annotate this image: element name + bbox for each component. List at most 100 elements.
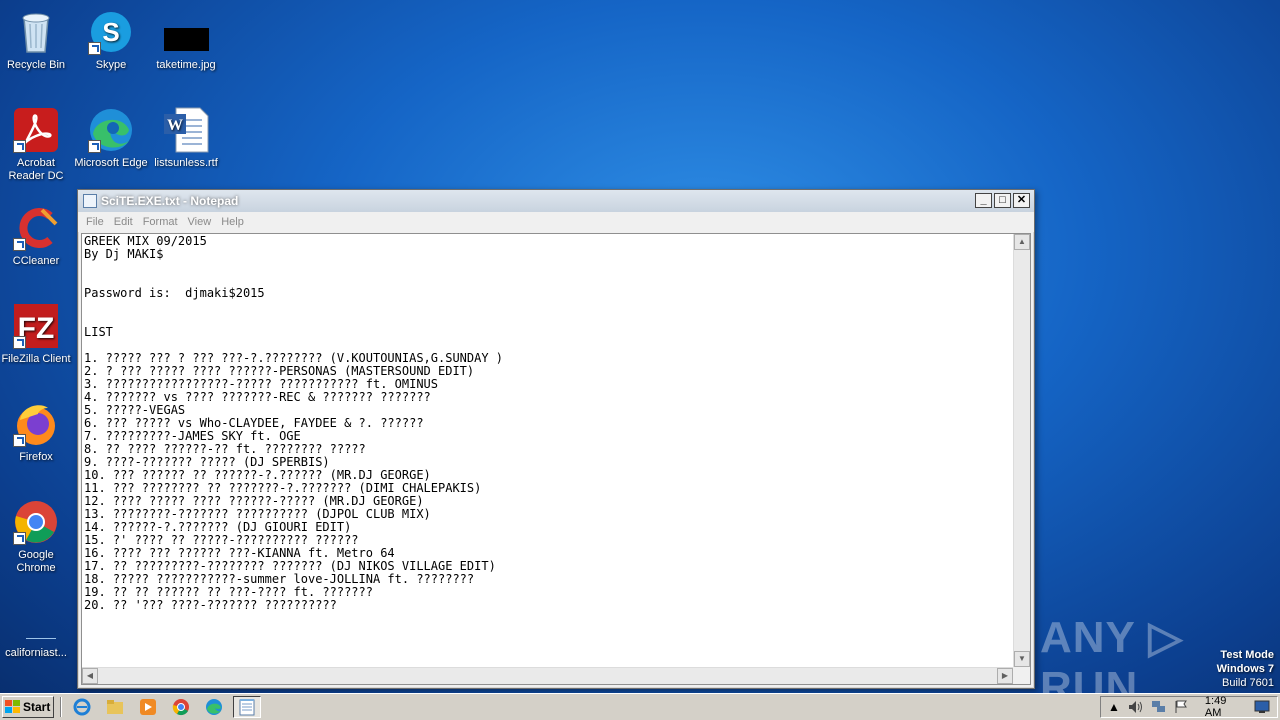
desktop-icon-label: listsunless.rtf [154,157,218,169]
desktop-icon-label: FileZilla Client [1,353,71,365]
taskbar-edge-button[interactable] [200,696,228,718]
acrobat-icon [12,106,60,154]
desktop-icon-filezilla[interactable]: FZ FileZilla Client [0,302,74,366]
ccleaner-icon [12,204,60,252]
windows-logo-icon [5,700,21,714]
window-title: SciTE.EXE.txt - Notepad [101,194,239,208]
desktop-icon-edge[interactable]: Microsoft Edge [73,106,149,170]
network-icon[interactable] [1151,699,1167,715]
edge-icon [87,106,135,154]
shortcut-arrow-icon [88,42,101,55]
internet-explorer-icon [73,698,91,716]
shortcut-arrow-icon [88,140,101,153]
text-line [84,300,1011,313]
menu-bar: File Edit Format View Help [78,212,1034,232]
text-line: LIST [84,325,113,339]
notepad-window[interactable]: SciTE.EXE.txt - Notepad _ □ ✕ File Edit … [77,189,1035,689]
shortcut-arrow-icon [13,238,26,251]
close-button[interactable]: ✕ [1013,193,1030,208]
text-line: 4. ??????? vs ???? ???????-REC & ???????… [84,390,431,404]
blank-file-icon [12,596,60,644]
vertical-scrollbar[interactable]: ▲ ▼ [1013,234,1030,667]
svg-text:S: S [102,17,119,47]
skype-icon: S [87,8,135,56]
show-desktop-monitor-icon[interactable] [1254,699,1270,715]
text-line: Password is: djmaki$2015 [84,286,265,300]
taskbar-ie-button[interactable] [68,696,96,718]
shortcut-arrow-icon [13,434,26,447]
taskbar-clock[interactable]: 1:49 AM [1205,695,1240,719]
image-file-icon [162,8,210,56]
desktop-icon-listsunless[interactable]: W listsunless.rtf [148,106,224,170]
menu-view[interactable]: View [183,216,217,228]
taskbar-notepad-button[interactable] [233,696,261,718]
shortcut-arrow-icon [13,336,26,349]
taskbar-media-player-button[interactable] [134,696,162,718]
action-center-flag-icon[interactable] [1174,699,1188,715]
filezilla-icon: FZ [12,302,60,350]
notepad-icon [239,699,255,716]
folder-icon [107,700,123,714]
title-bar[interactable]: SciTE.EXE.txt - Notepad _ □ ✕ [78,190,1034,212]
firefox-icon [12,400,60,448]
scroll-left-button[interactable]: ◀ [82,668,98,684]
desktop-icon-label: Firefox [19,451,53,463]
scroll-up-button[interactable]: ▲ [1014,234,1030,250]
desktop-icon-label: Recycle Bin [6,59,66,71]
desktop-icon-label: Microsoft Edge [74,157,148,169]
scroll-right-button[interactable]: ▶ [997,668,1013,684]
shortcut-arrow-icon [13,532,26,545]
media-player-icon [140,699,156,715]
chrome-icon [172,699,189,716]
shortcut-arrow-icon [13,140,26,153]
windows-version-line: Windows 7 [1216,663,1274,675]
svg-text:W: W [167,117,183,134]
start-label: Start [23,700,51,714]
menu-file[interactable]: File [81,216,109,228]
desktop-icon-skype[interactable]: S Skype [73,8,149,72]
desktop-icon-californiast[interactable]: californiast... [0,596,74,660]
notepad-icon [83,194,97,208]
minimize-button[interactable]: _ [975,193,992,208]
text-line [84,261,1011,274]
desktop-icon-acrobat[interactable]: Acrobat Reader DC [0,106,74,183]
word-document-icon: W [162,106,210,154]
desktop-icon-label: californiast... [5,647,67,659]
text-line: GREEK MIX 09/2015 [84,235,207,248]
menu-format[interactable]: Format [138,216,183,228]
system-tray: ▲ 1:49 AM [1100,695,1278,719]
taskbar: Start ▲ 1:49 AM [0,693,1280,720]
desktop-icon-label: Acrobat Reader DC [8,157,64,182]
edge-icon [206,699,222,715]
maximize-button[interactable]: □ [994,193,1011,208]
taskbar-separator [60,697,62,717]
resize-grip[interactable] [1013,667,1030,684]
scroll-down-button[interactable]: ▼ [1014,651,1030,667]
start-button[interactable]: Start [2,696,54,718]
volume-icon[interactable] [1128,699,1144,715]
text-line [84,313,1011,326]
taskbar-chrome-button[interactable] [167,696,195,718]
desktop-icon-firefox[interactable]: Firefox [0,400,74,464]
desktop-icon-taketime[interactable]: taketime.jpg [148,8,224,72]
desktop-icon-chrome[interactable]: Google Chrome [0,498,74,575]
desktop-icon-label: taketime.jpg [156,59,216,71]
desktop-icon-ccleaner[interactable]: CCleaner [0,204,74,268]
desktop-icon-label: CCleaner [12,255,60,267]
editor-text-content[interactable]: GREEK MIX 09/2015 By Dj MAKI$ Password is… [84,235,1011,665]
desktop-icon-label: Skype [95,59,127,71]
recycle-bin-icon [12,8,60,56]
show-hidden-icons-button[interactable]: ▲ [1107,699,1121,715]
horizontal-scrollbar[interactable]: ◀ ▶ [82,667,1013,684]
chrome-icon [12,498,60,546]
text-line: 20. ?? '??? ????-??????? ?????????? [84,598,337,612]
desktop-icon-label: Google Chrome [16,549,56,574]
menu-help[interactable]: Help [216,216,249,228]
menu-edit[interactable]: Edit [109,216,138,228]
test-mode-notice: Test Mode Windows 7 Build 7601 [1217,648,1274,690]
text-editor[interactable]: GREEK MIX 09/2015 By Dj MAKI$ Password is… [81,233,1031,685]
desktop-icon-recycle-bin[interactable]: Recycle Bin [0,8,74,72]
text-line: By Dj MAKI$ [84,247,164,261]
taskbar-explorer-button[interactable] [101,696,129,718]
build-line: Build 7601 [1222,677,1274,689]
